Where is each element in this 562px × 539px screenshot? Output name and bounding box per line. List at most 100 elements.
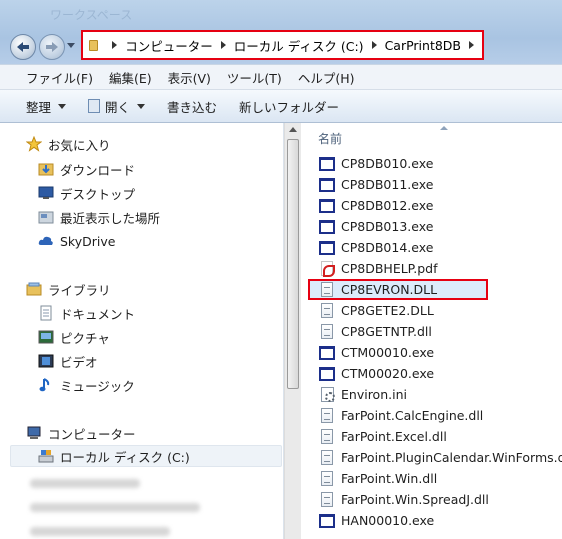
nav-item-videos[interactable]: ビデオ: [38, 350, 98, 372]
menu-file[interactable]: ファイル(F): [26, 68, 93, 87]
menu-help[interactable]: ヘルプ(H): [298, 68, 355, 87]
file-name: FarPoint.Win.SpreadJ.dll: [341, 492, 489, 507]
file-row[interactable]: FarPoint.CalcEngine.dll: [301, 405, 562, 426]
recent-pages-dropdown[interactable]: [67, 43, 75, 48]
file-name: CP8EVRON.DLL: [341, 282, 438, 297]
exe-file-icon: [319, 219, 335, 234]
file-row[interactable]: Environ.ini: [301, 384, 562, 405]
nav-libraries[interactable]: ライブラリ: [26, 278, 111, 300]
scroll-up-icon[interactable]: [289, 127, 297, 132]
nav-scrollbar[interactable]: [284, 123, 301, 539]
nav-item-recent-places[interactable]: 最近表示した場所: [38, 206, 160, 228]
chevron-right-icon[interactable]: [112, 41, 118, 49]
nav-item-label: ビデオ: [60, 354, 98, 370]
open-icon: [88, 99, 101, 113]
downloads-icon: [38, 161, 54, 177]
nav-item-documents[interactable]: ドキュメント: [38, 302, 135, 324]
exe-file-icon: [319, 513, 335, 528]
dll-file-icon: [321, 324, 333, 339]
new-folder-button[interactable]: 新しいフォルダー: [239, 97, 339, 116]
chevron-right-icon[interactable]: [371, 41, 377, 49]
file-row[interactable]: FarPoint.Excel.dll: [301, 426, 562, 447]
dll-file-icon: [321, 429, 333, 444]
menu-edit[interactable]: 編集(E): [109, 68, 152, 87]
file-name: CP8DBHELP.pdf: [341, 261, 438, 276]
file-row[interactable]: CP8DB014.exe: [301, 237, 562, 258]
file-name: FarPoint.PluginCalendar.WinForms.dll: [341, 450, 562, 465]
chevron-down-icon: [137, 103, 146, 109]
nav-item-pictures[interactable]: ピクチャ: [38, 326, 110, 348]
nav-item-label: ダウンロード: [60, 162, 136, 178]
nav-item-local-disk[interactable]: ローカル ディスク (C:): [10, 445, 282, 467]
nav-item-label: デスクトップ: [60, 186, 136, 202]
exe-file-icon: [319, 198, 335, 213]
window-title: ワークスペース: [50, 8, 133, 22]
organize-button[interactable]: 整理: [26, 97, 67, 116]
file-row[interactable]: CP8DB013.exe: [301, 216, 562, 237]
file-name: CP8GETE2.DLL: [341, 303, 434, 318]
nav-item-skydrive[interactable]: SkyDrive: [38, 230, 115, 252]
file-name: HAN00010.exe: [341, 513, 435, 528]
file-name: CTM00010.exe: [341, 345, 435, 360]
file-row-highlighted[interactable]: CP8EVRON.DLL: [308, 279, 488, 300]
open-label: 開く: [105, 99, 131, 115]
file-row[interactable]: CTM00010.exe: [301, 342, 562, 363]
open-button[interactable]: 開く: [88, 97, 146, 116]
library-icon: [26, 281, 42, 297]
chevron-right-icon[interactable]: [220, 41, 226, 49]
file-name: FarPoint.CalcEngine.dll: [341, 408, 484, 423]
nav-favorites[interactable]: お気に入り: [25, 133, 111, 155]
file-row[interactable]: CP8GETE2.DLL: [301, 300, 562, 321]
file-row[interactable]: CP8DBHELP.pdf: [301, 258, 562, 279]
file-name: CP8DB013.exe: [341, 219, 434, 234]
menu-tools[interactable]: ツール(T): [227, 68, 282, 87]
file-row[interactable]: FarPoint.Win.dll: [301, 468, 562, 489]
dll-file-icon: [321, 408, 333, 423]
recent-places-icon: [38, 209, 54, 225]
navigation-pane: お気に入り ダウンロード デスクトップ 最近表示した場所 SkyDrive ライ…: [0, 123, 284, 539]
pictures-icon: [38, 329, 54, 345]
file-row[interactable]: FarPoint.Win.SpreadJ.dll: [301, 489, 562, 510]
back-button[interactable]: [10, 34, 36, 60]
nav-libraries-label: ライブラリ: [48, 282, 111, 298]
file-name: CP8DB014.exe: [341, 240, 434, 255]
videos-icon: [38, 353, 54, 369]
star-icon: [25, 135, 43, 152]
nav-item-label: SkyDrive: [60, 233, 116, 249]
command-bar: 整理 開く 書き込む 新しいフォルダー: [0, 90, 562, 123]
obscured-nav-item: [30, 503, 200, 512]
dll-file-icon: [321, 471, 333, 486]
breadcrumb-computer[interactable]: コンピューター: [125, 36, 213, 55]
nav-item-downloads[interactable]: ダウンロード: [38, 158, 135, 180]
nav-item-label: 最近表示した場所: [60, 210, 161, 226]
file-row[interactable]: CP8DB012.exe: [301, 195, 562, 216]
file-row[interactable]: HAN00010.exe: [301, 510, 562, 531]
chevron-right-icon[interactable]: [469, 41, 474, 49]
file-name: FarPoint.Win.dll: [341, 471, 438, 486]
file-name: CP8DB012.exe: [341, 198, 434, 213]
forward-button[interactable]: [39, 34, 65, 60]
burn-label: 書き込む: [167, 99, 218, 115]
column-header-name[interactable]: 名前: [301, 123, 562, 153]
burn-button[interactable]: 書き込む: [167, 97, 217, 116]
file-row[interactable]: CTM00020.exe: [301, 363, 562, 384]
file-row[interactable]: CP8GETNTP.dll: [301, 321, 562, 342]
back-arrow-icon: [17, 42, 29, 52]
music-icon: [38, 377, 54, 393]
file-row[interactable]: CP8DB010.exe: [301, 153, 562, 174]
file-row[interactable]: CP8DB011.exe: [301, 174, 562, 195]
menu-view[interactable]: 表示(V): [168, 68, 211, 87]
nav-item-desktop[interactable]: デスクトップ: [38, 182, 135, 204]
nav-scroll-thumb[interactable]: [287, 139, 299, 389]
breadcrumb-carprint8db[interactable]: CarPrint8DB: [385, 38, 461, 53]
nav-computer[interactable]: コンピューター: [26, 422, 136, 444]
file-row[interactable]: FarPoint.PluginCalendar.WinForms.dll: [301, 447, 562, 468]
file-name: FarPoint.Excel.dll: [341, 429, 447, 444]
dll-file-icon: [321, 450, 333, 465]
breadcrumb-local-disk[interactable]: ローカル ディスク (C:): [234, 36, 364, 55]
nav-item-label: ローカル ディスク (C:): [60, 449, 190, 465]
address-bar[interactable]: コンピューター ローカル ディスク (C:) CarPrint8DB: [81, 30, 484, 60]
nav-item-music[interactable]: ミュージック: [38, 374, 135, 396]
file-name: CP8DB010.exe: [341, 156, 434, 171]
exe-file-icon: [319, 156, 335, 171]
